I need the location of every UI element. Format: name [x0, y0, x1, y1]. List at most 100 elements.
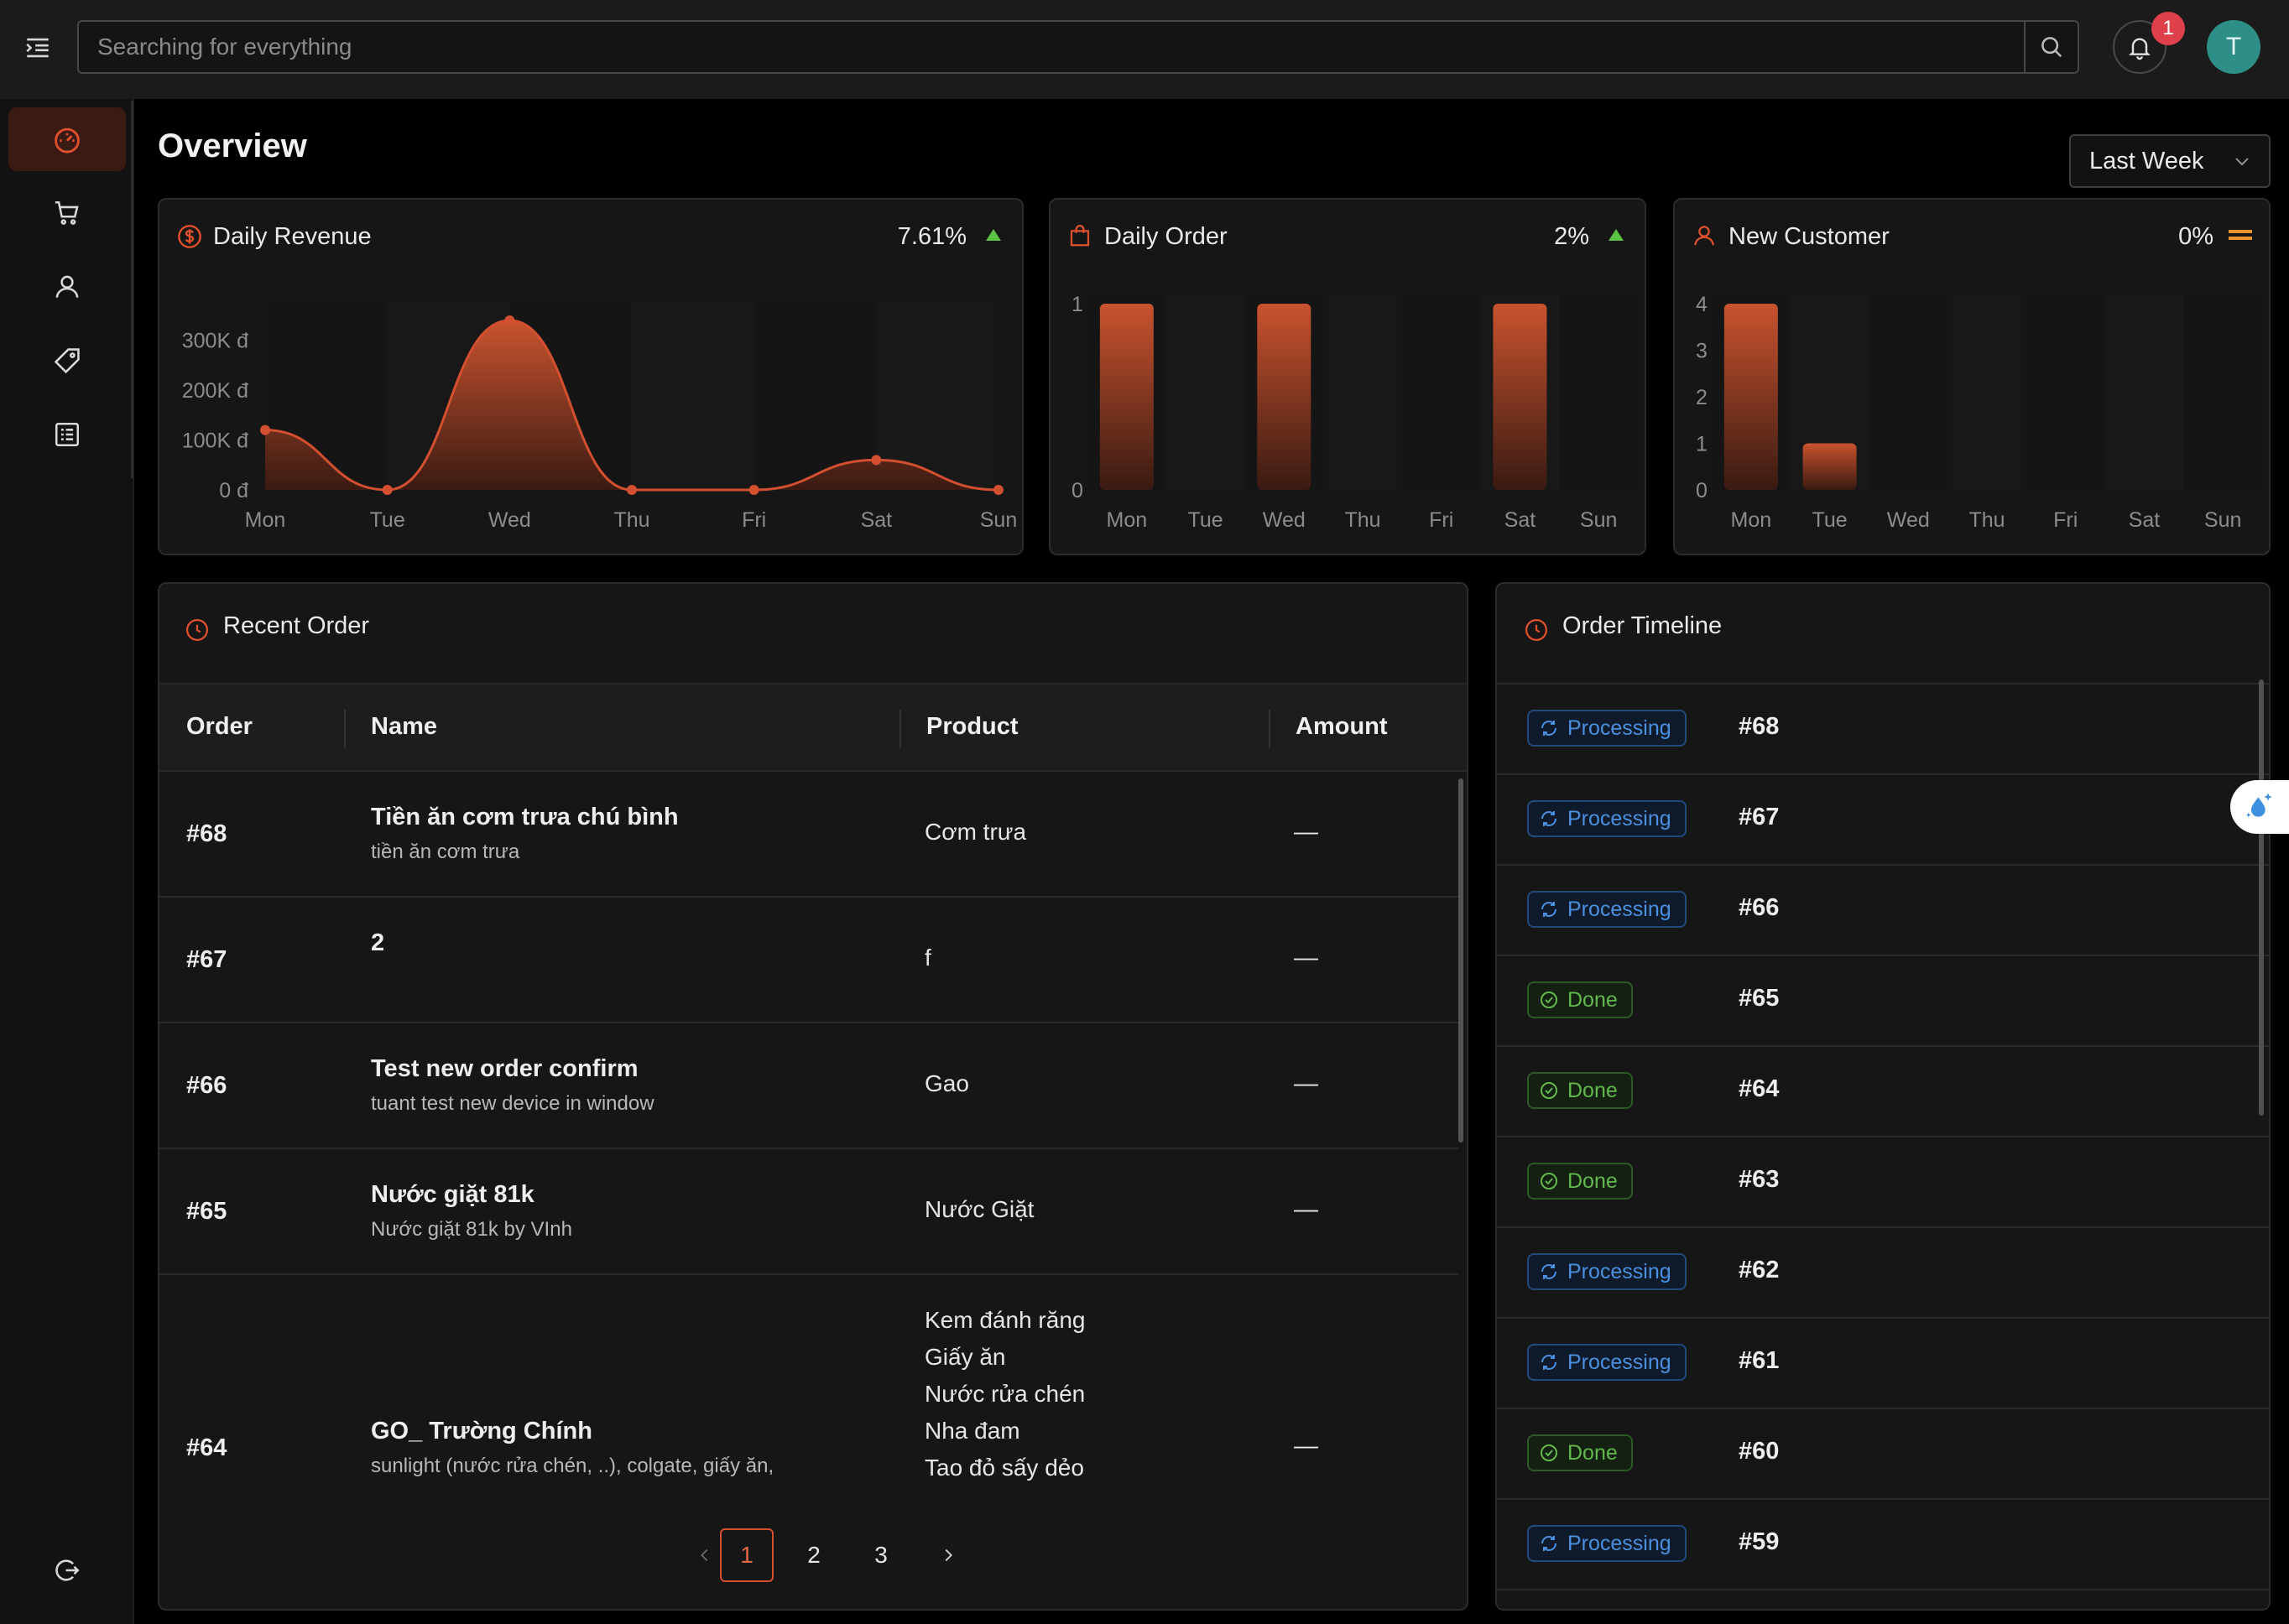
bar [1802, 443, 1857, 490]
revenue-point [627, 485, 637, 495]
column-amount[interactable]: Amount [1296, 713, 1388, 741]
order-product: Gao [925, 1070, 969, 1096]
sparkle-drop-icon [2245, 793, 2272, 818]
status-badge: Processing [1527, 800, 1687, 837]
product-line: Nước rửa chén [925, 1381, 1086, 1407]
timeline-item[interactable]: Done#636 days ago [1497, 1137, 2269, 1228]
order-id: #67 [186, 946, 227, 973]
timeline-order-id: #60 [1739, 1438, 1780, 1465]
product-line: Tao đỏ sấy dẻo [925, 1455, 1084, 1481]
search-button[interactable] [2024, 22, 2078, 72]
sidebar-item-dashboard[interactable] [8, 107, 126, 171]
order-name: 2 [371, 929, 385, 956]
revenue-point [748, 485, 759, 495]
chart-band [2183, 295, 2262, 490]
date-range-select[interactable]: Last Week [2069, 134, 2271, 188]
bar [1257, 304, 1311, 490]
status-label: Processing [1567, 1531, 1671, 1555]
x-tick-label: Sat [861, 508, 893, 532]
column-divider [899, 710, 901, 748]
check-circle-icon [1541, 1082, 1557, 1099]
column-product[interactable]: Product [926, 713, 1019, 741]
order-id: #65 [186, 1198, 227, 1225]
column-name[interactable]: Name [371, 713, 437, 741]
status-badge: Processing [1527, 891, 1687, 928]
order-amount: — [1294, 1070, 1318, 1097]
chart-band [2104, 295, 2184, 490]
table-row[interactable]: #67 2 f — [159, 898, 1458, 1023]
timeline-item[interactable]: Processing#5914 days ago [1497, 1500, 2269, 1590]
pagination: 1 2 3 [159, 1528, 1467, 1582]
logout-button[interactable] [8, 1538, 126, 1602]
sync-icon [1541, 1264, 1556, 1279]
x-tick-label: Tue [1187, 508, 1223, 532]
page-3-button[interactable]: 3 [854, 1528, 908, 1582]
menu-toggle-icon[interactable] [23, 34, 52, 62]
x-tick-label: Fri [742, 508, 766, 532]
timeline-order-id: #63 [1739, 1166, 1780, 1193]
order-id: #66 [186, 1072, 227, 1099]
search-input[interactable] [79, 22, 2024, 72]
x-tick-label: Thu [613, 508, 649, 532]
avatar[interactable]: T [2207, 20, 2260, 74]
sidebar-item-orders[interactable] [8, 181, 126, 245]
page-1-button[interactable]: 1 [720, 1528, 774, 1582]
status-badge: Done [1527, 981, 1633, 1018]
timeline-item[interactable]: Done#6014 days ago [1497, 1409, 2269, 1500]
column-divider [344, 710, 346, 748]
timeline-order-id: #67 [1739, 804, 1780, 830]
bar [1493, 304, 1547, 490]
x-tick-label: Sat [1504, 508, 1536, 532]
status-label: Processing [1567, 1350, 1671, 1374]
table-row[interactable]: #68 Tiền ăn cơm trưa chú bình tiền ăn cơ… [159, 772, 1458, 898]
list-icon [55, 422, 80, 447]
chevron-left-icon [701, 1549, 708, 1562]
timeline-item[interactable]: Processing#666 days ago [1497, 866, 2269, 956]
recent-order-panel: Recent Order Order Name Product Amount #… [158, 582, 1468, 1611]
revenue-point [993, 485, 1004, 495]
check-circle-icon [1541, 1173, 1557, 1189]
revenue-point [260, 424, 270, 435]
notification-badge: 1 [2151, 12, 2185, 45]
order-name: Tiền ăn cơm trưa chú bình [371, 804, 679, 830]
sidebar-item-products[interactable] [8, 329, 126, 393]
x-tick-label: Fri [1429, 508, 1453, 532]
sidebar-scrollbar[interactable] [131, 101, 133, 478]
order-amount: — [1294, 819, 1318, 846]
customer-chart: 0 1 2 3 4 Mon Tue Wed Thu Fri Sat Sun [1696, 293, 2262, 532]
assistant-float-button[interactable] [2230, 780, 2289, 834]
table-row[interactable]: #65 Nước giặt 81k Nước giặt 81k by VInh … [159, 1149, 1458, 1275]
x-tick-label: Thu [1344, 508, 1380, 532]
sync-icon [1541, 902, 1556, 917]
table-row[interactable]: #66 Test new order confirm tuant test ne… [159, 1023, 1458, 1149]
timeline-item[interactable]: Done#646 days ago [1497, 1047, 2269, 1137]
table-scrollbar[interactable] [1458, 778, 1463, 1143]
check-circle-icon [1541, 992, 1557, 1008]
x-tick-label: Mon [1731, 508, 1772, 532]
timeline-scrollbar[interactable] [2259, 679, 2264, 1116]
status-badge: Done [1527, 1163, 1633, 1200]
timeline-order-id: #68 [1739, 713, 1780, 740]
column-order[interactable]: Order [186, 713, 253, 741]
timeline-item[interactable]: Processing#6819 hours ago [1497, 684, 2269, 775]
sidebar-item-customers[interactable] [8, 255, 126, 319]
sync-icon [1541, 1355, 1556, 1370]
timeline-item[interactable]: Done#656 days ago [1497, 956, 2269, 1047]
y-tick-label: 300K đ [182, 330, 248, 353]
timeline-order-id: #65 [1739, 985, 1780, 1012]
sidebar-item-reports[interactable] [8, 403, 126, 466]
y-tick-label: 100K đ [182, 429, 248, 453]
chart-band [1323, 295, 1402, 490]
order-name: Test new order confirm [371, 1055, 639, 1082]
table-row[interactable]: #64 GO_ Trường Chính sunlight (nước rửa … [159, 1275, 1458, 1496]
next-page-button[interactable] [921, 1528, 975, 1582]
timeline-item[interactable]: Processing#626 days ago [1497, 1228, 2269, 1319]
timeline-item[interactable]: Processing#674 days ago [1497, 775, 2269, 866]
x-tick-label: Mon [245, 508, 286, 532]
timeline-item[interactable]: Processing#6111 days ago [1497, 1319, 2269, 1409]
order-timeline-panel: Order Timeline Processing#6819 hours ago… [1495, 582, 2271, 1611]
page-2-button[interactable]: 2 [787, 1528, 841, 1582]
timeline-order-id: #62 [1739, 1257, 1780, 1283]
x-tick-label: Sat [2129, 508, 2161, 532]
clock-icon [1525, 619, 1547, 641]
